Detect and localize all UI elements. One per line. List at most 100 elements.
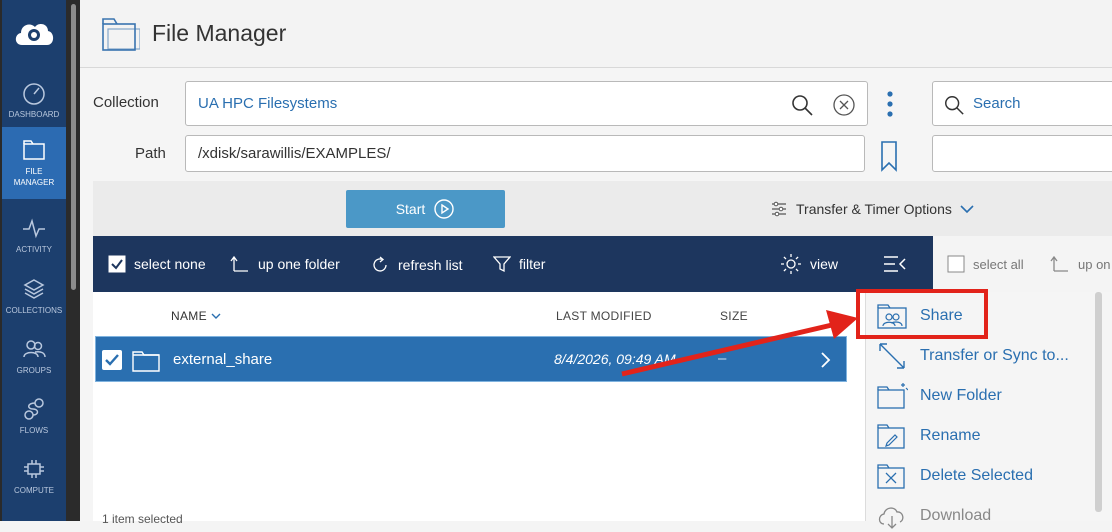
select-none-label: select none xyxy=(134,256,206,272)
gauge-icon xyxy=(23,82,45,105)
search-icon[interactable] xyxy=(790,93,814,117)
transfer-arrows-icon xyxy=(879,343,905,369)
view-button[interactable]: view xyxy=(780,253,838,275)
select-all-label: select all xyxy=(973,256,1024,272)
transfer-options-label: Transfer & Timer Options xyxy=(796,201,952,217)
transfer-menu-item[interactable]: Transfer or Sync to... xyxy=(876,340,1096,372)
download-icon xyxy=(878,507,904,529)
header: File Manager xyxy=(80,0,1112,68)
filter-button[interactable]: filter xyxy=(493,255,545,273)
sort-chevron-icon xyxy=(211,313,221,319)
app-frame: DASHBOARD FILE MANAGER ACTIVITY COLLECTIO… xyxy=(0,0,1112,529)
path-value: /xdisk/sarawillis/EXAMPLES/ xyxy=(198,145,391,162)
refresh-list-label: refresh list xyxy=(398,257,463,273)
bookmark-icon[interactable] xyxy=(880,140,898,172)
path-label: Path xyxy=(135,145,166,162)
up-arrow-icon xyxy=(1050,255,1068,272)
refresh-list-button[interactable]: refresh list xyxy=(370,255,463,275)
checkbox-icon xyxy=(947,255,965,273)
sidebar-item-label: COLLECTIONS xyxy=(5,305,63,315)
page-title: File Manager xyxy=(152,20,287,46)
sidebar-item-file-manager[interactable]: FILE MANAGER xyxy=(2,127,66,199)
file-list: NAME LAST MODIFIED SIZE external_share 8… xyxy=(93,292,865,521)
sidebar-item-label: FILE MANAGER xyxy=(13,167,55,187)
search-placeholder: Search xyxy=(973,95,1021,112)
right-up-one-folder-button[interactable]: up on xyxy=(1050,255,1111,273)
sidebar-item-groups[interactable]: GROUPS xyxy=(2,326,66,386)
up-one-folder-button[interactable]: up one folder xyxy=(230,255,340,273)
search-icon xyxy=(945,96,964,115)
view-label: view xyxy=(810,256,839,272)
filter-label: filter xyxy=(519,256,546,272)
sliders-icon xyxy=(772,201,786,217)
more-options-icon[interactable] xyxy=(884,90,896,118)
path-field[interactable]: /xdisk/sarawillis/EXAMPLES/ xyxy=(185,135,865,172)
refresh-icon xyxy=(373,256,387,272)
delete-label: Delete Selected xyxy=(920,467,1033,484)
gear-icon xyxy=(781,254,801,274)
file-last-modified: 8/4/2026, 09:49 AM xyxy=(554,351,676,367)
search-field[interactable]: Search xyxy=(932,81,1112,126)
new-folder-icon xyxy=(877,383,908,409)
checkbox-checked-icon[interactable] xyxy=(101,349,123,371)
chevron-down-icon xyxy=(960,205,974,214)
sidebar-item-label: FLOWS xyxy=(19,425,49,435)
collection-value: UA HPC Filesystems xyxy=(198,95,338,112)
column-header-last-modified[interactable]: LAST MODIFIED xyxy=(556,309,652,323)
share-highlight-box xyxy=(856,289,988,339)
new-folder-menu-item[interactable]: New Folder xyxy=(876,380,1096,412)
file-name: external_share xyxy=(173,351,273,368)
sidebar-scrollbar-thumb[interactable] xyxy=(71,4,76,290)
rename-icon xyxy=(877,424,905,449)
delete-menu-item[interactable]: Delete Selected xyxy=(876,460,1096,492)
up-arrow-icon xyxy=(230,255,248,272)
column-header-name[interactable]: NAME xyxy=(171,309,221,323)
sidebar-item-activity[interactable]: ACTIVITY xyxy=(2,205,66,265)
sidebar-item-label: DASHBOARD xyxy=(8,109,60,119)
file-toolbar: select none up one folder refresh list f… xyxy=(93,236,933,292)
collection-label: Collection xyxy=(93,94,159,111)
filter-icon xyxy=(493,256,511,273)
sidebar-item-dashboard[interactable]: DASHBOARD xyxy=(2,70,66,130)
menu-scrollbar[interactable] xyxy=(1095,292,1102,512)
layers-icon xyxy=(23,278,45,299)
transfer-options-toggle[interactable]: Transfer & Timer Options xyxy=(770,200,974,218)
table-row[interactable]: external_share 8/4/2026, 09:49 AM – xyxy=(95,336,847,382)
right-pane-toolbar: select all up on xyxy=(933,236,1112,292)
clear-icon[interactable] xyxy=(832,93,856,117)
select-none-button[interactable]: select none xyxy=(108,255,206,273)
rename-menu-item[interactable]: Rename xyxy=(876,420,1096,452)
sidebar-item-label: GROUPS xyxy=(16,365,52,375)
panel-toggle-icon[interactable] xyxy=(883,255,907,273)
download-menu-item[interactable]: Download xyxy=(876,500,1096,532)
folder-icon xyxy=(132,351,160,372)
new-folder-label: New Folder xyxy=(920,387,1002,404)
sidebar-item-compute[interactable]: COMPUTE xyxy=(2,446,66,506)
collection-field[interactable]: UA HPC Filesystems xyxy=(185,81,868,126)
globus-logo[interactable] xyxy=(2,0,66,68)
file-manager-icon xyxy=(23,140,45,160)
flows-icon xyxy=(24,397,44,420)
compute-icon xyxy=(24,459,44,478)
delete-icon xyxy=(877,464,905,489)
play-icon xyxy=(434,199,454,219)
file-manager-icon xyxy=(102,18,140,51)
start-label: Start xyxy=(395,201,426,217)
sidebar-item-flows[interactable]: FLOWS xyxy=(2,386,66,446)
selection-status: 1 item selected xyxy=(102,512,183,526)
start-button[interactable]: Start xyxy=(346,190,505,228)
file-size: – xyxy=(718,350,727,367)
select-all-button[interactable]: select all xyxy=(947,255,1024,273)
checkbox-checked-icon xyxy=(108,255,126,273)
up-one-folder-label: up one folder xyxy=(258,256,340,272)
sidebar-item-label: COMPUTE xyxy=(14,485,54,495)
column-header-size[interactable]: SIZE xyxy=(720,309,748,323)
rename-label: Rename xyxy=(920,427,981,444)
path-field-right[interactable] xyxy=(932,135,1112,172)
pulse-icon xyxy=(23,218,45,238)
sidebar-item-collections[interactable]: COLLECTIONS xyxy=(2,266,66,326)
sidebar: DASHBOARD FILE MANAGER ACTIVITY COLLECTIO… xyxy=(2,0,66,521)
download-label: Download xyxy=(920,507,992,524)
chevron-right-icon[interactable] xyxy=(820,351,832,369)
people-icon xyxy=(23,339,46,357)
